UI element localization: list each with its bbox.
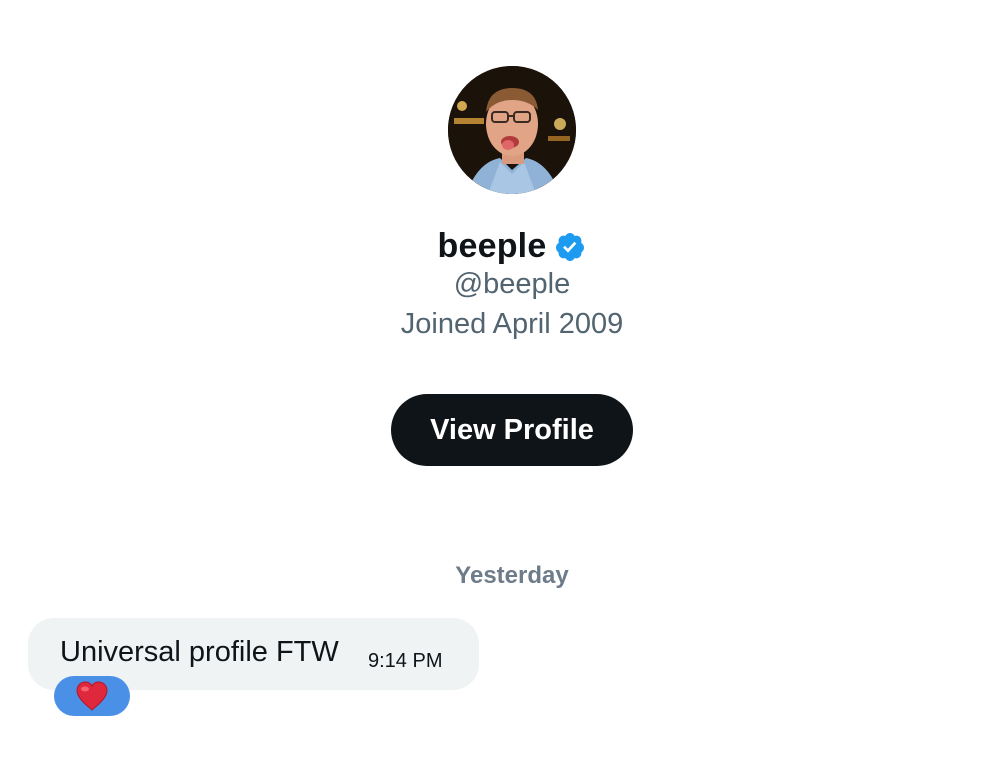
view-profile-button[interactable]: View Profile — [391, 394, 633, 466]
verified-badge-icon — [554, 231, 586, 263]
avatar[interactable] — [448, 66, 576, 194]
name-row: beeple — [0, 222, 984, 270]
user-handle: @beeple — [453, 268, 571, 300]
message-text: Universal profile FTW — [60, 636, 339, 668]
profile-card: beeple @beeple Joined April 2009 View Pr… — [0, 0, 984, 480]
reaction-pill[interactable] — [54, 676, 130, 716]
message-timestamp: 9:14 PM — [368, 650, 443, 672]
date-separator: Yesterday — [455, 562, 569, 589]
display-name: beeple — [437, 226, 547, 265]
heart-icon — [76, 681, 108, 711]
joined-date: Joined April 2009 — [400, 308, 624, 340]
user-photo-avatar — [448, 66, 576, 194]
